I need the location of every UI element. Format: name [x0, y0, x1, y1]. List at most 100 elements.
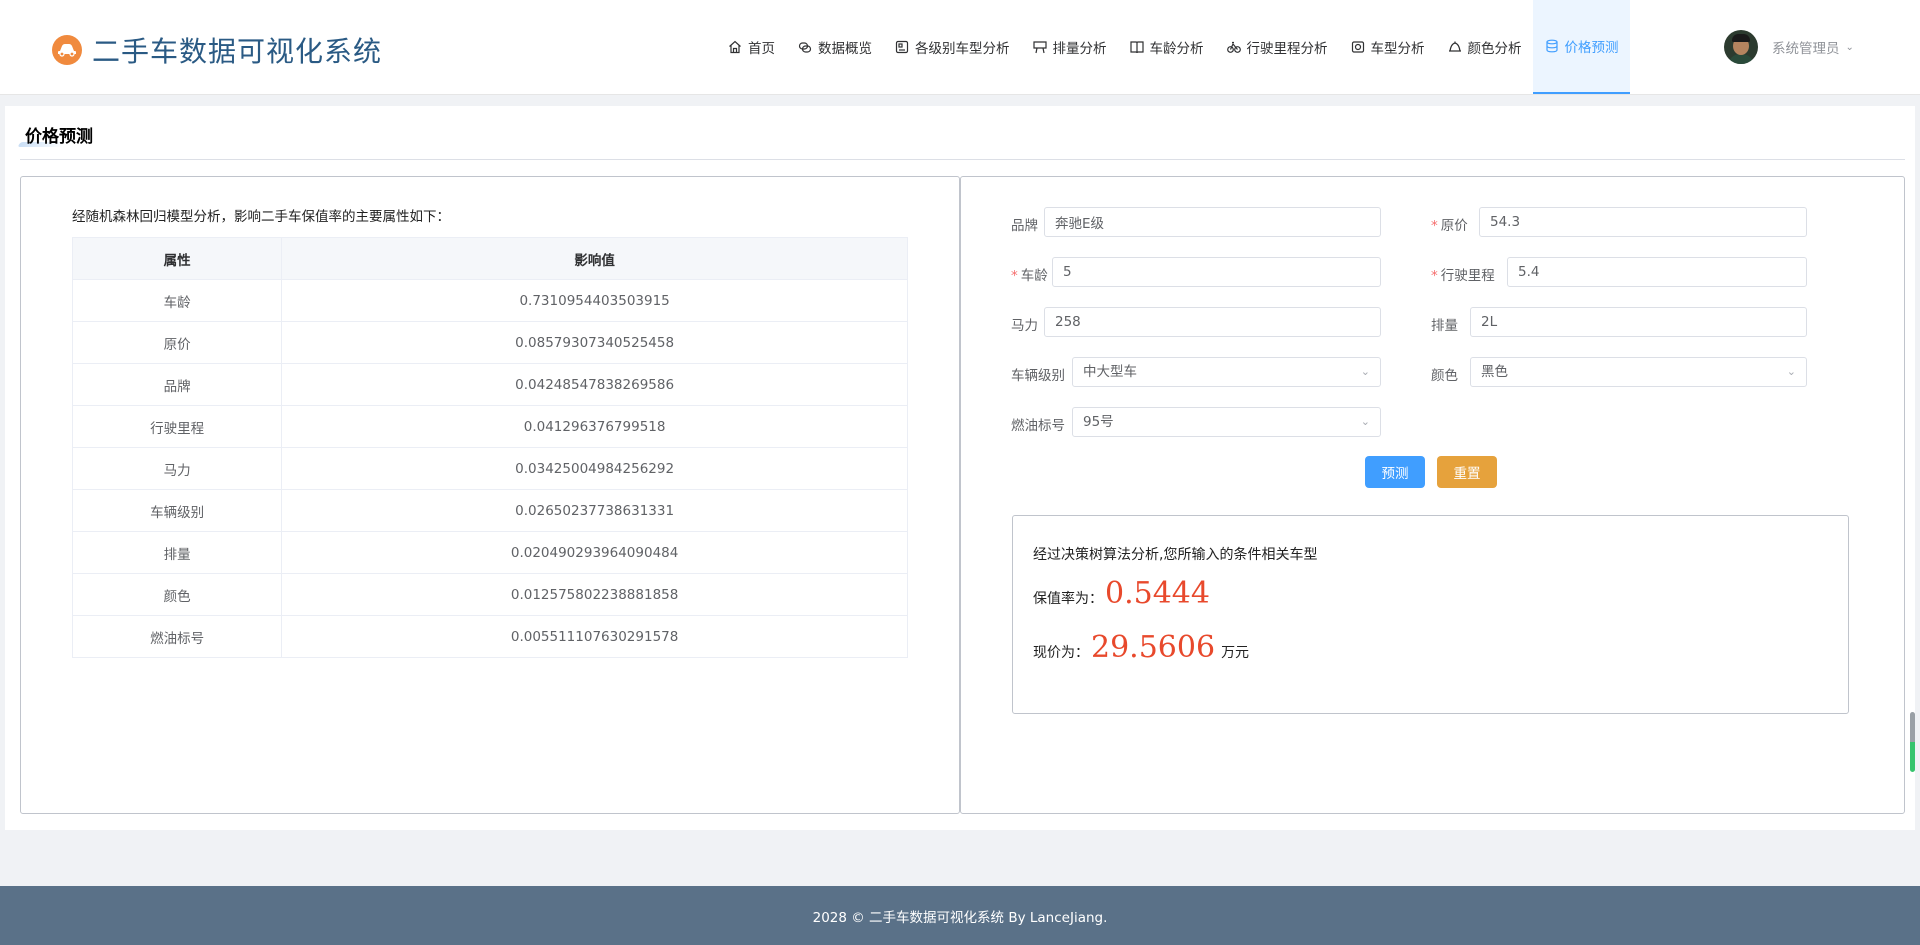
nav-displacement[interactable]: 排量分析: [1021, 0, 1118, 94]
mileage-label: * 行驶里程: [1431, 268, 1495, 284]
prediction-panel: 品牌 *原价 *车龄 *行驶里程 马力 排量 车辆级别 中大型车 ⌄ 颜色 黑色…: [960, 176, 1905, 814]
value-cell: 0.041296376799518: [281, 405, 908, 448]
attr-cell: 车辆级别: [71, 489, 283, 532]
attr-cell: 原价: [71, 321, 283, 364]
nav-label: 首页: [748, 41, 775, 57]
nav-label: 各级别车型分析: [915, 41, 1010, 57]
book-icon: [1129, 39, 1145, 55]
avatar[interactable]: [1724, 30, 1758, 64]
table-row: 燃油标号 0.005511107630291578: [71, 615, 908, 658]
nav-label: 车型分析: [1370, 41, 1425, 57]
database-icon: [1544, 38, 1560, 54]
current-price-line: 现价为： 29.5606 万元: [1033, 630, 1249, 665]
table-header-row: 属性 影响值: [71, 237, 908, 280]
main-nav: 首页 数据概览 各级别车型分析 排量分析 车龄分析 行驶里程分析 车型分析 颜色…: [716, 0, 1630, 94]
result-intro: 经过决策树算法分析,您所输入的条件相关车型: [1033, 547, 1318, 563]
chevron-down-icon: ⌄: [1786, 365, 1796, 378]
nav-overview[interactable]: 数据概览: [786, 0, 883, 94]
horsepower-label: 马力: [1011, 318, 1038, 334]
user-name: 系统管理员: [1772, 41, 1840, 57]
value-cell: 0.03425004984256292: [281, 447, 908, 490]
brand-field[interactable]: [1044, 207, 1381, 237]
age-field[interactable]: [1052, 257, 1381, 287]
nav-model[interactable]: 车型分析: [1339, 0, 1436, 94]
column-header: 影响值: [281, 237, 908, 280]
price-unit: 万元: [1221, 645, 1250, 661]
retention-rate-value: 0.5444: [1105, 576, 1210, 611]
chevron-down-icon: ⌄: [1845, 41, 1854, 53]
nav-label: 数据概览: [818, 41, 872, 57]
current-price-label: 现价为：: [1033, 645, 1089, 661]
nav-car-level[interactable]: 各级别车型分析: [883, 0, 1021, 94]
nav-label: 颜色分析: [1467, 41, 1522, 57]
level-value: 中大型车: [1083, 364, 1137, 380]
bicycle-icon: [1226, 39, 1242, 55]
table-row: 颜色 0.012575802238881858: [71, 573, 908, 616]
current-price-value: 29.5606: [1091, 630, 1216, 665]
user-menu[interactable]: 系统管理员 ⌄: [1724, 30, 1854, 64]
car-level-icon: [894, 39, 910, 55]
value-cell: 0.012575802238881858: [281, 573, 908, 616]
displacement-icon: [1032, 39, 1048, 55]
displacement-field[interactable]: [1470, 307, 1807, 337]
level-label: 车辆级别: [1011, 368, 1065, 384]
mileage-field[interactable]: [1507, 257, 1807, 287]
nav-color[interactable]: 颜色分析: [1436, 0, 1533, 94]
importance-intro: 经随机森林回归模型分析，影响二手车保值率的主要属性如下：: [72, 209, 450, 225]
table-row: 马力 0.03425004984256292: [71, 447, 908, 490]
attr-cell: 排量: [71, 531, 283, 574]
level-select[interactable]: 中大型车 ⌄: [1072, 357, 1381, 387]
importance-panel: 经随机森林回归模型分析，影响二手车保值率的主要属性如下： 属性 影响值 车龄 0.…: [20, 176, 960, 814]
bell-icon: [1447, 39, 1463, 55]
value-cell: 0.7310954403503915: [281, 279, 908, 322]
nav-home[interactable]: 首页: [716, 0, 786, 94]
main-content: 价格预测 经随机森林回归模型分析，影响二手车保值率的主要属性如下： 属性 影响值…: [5, 106, 1915, 830]
attr-cell: 车龄: [71, 279, 283, 322]
attr-cell: 马力: [71, 447, 283, 490]
chevron-down-icon: ⌄: [1360, 415, 1370, 428]
original-price-field[interactable]: [1479, 207, 1807, 237]
nav-label: 价格预测: [1564, 40, 1619, 56]
table-row: 排量 0.020490293964090484: [71, 531, 908, 574]
page-title: 价格预测: [25, 127, 93, 147]
value-cell: 0.02650237738631331: [281, 489, 908, 532]
top-header: 二手车数据可视化系统 首页 数据概览 各级别车型分析 排量分析 车龄分析 行驶里…: [0, 0, 1920, 95]
color-label: 颜色: [1431, 368, 1458, 384]
color-select[interactable]: 黑色 ⌄: [1470, 357, 1807, 387]
attr-cell: 行驶里程: [71, 405, 283, 448]
age-label: * 车龄: [1011, 268, 1048, 284]
footer: 2028 © 二手车数据可视化系统 By LanceJiang.: [0, 886, 1920, 945]
table-row: 行驶里程 0.041296376799518: [71, 405, 908, 448]
car-logo-icon: [52, 35, 82, 65]
camera-icon: [1350, 39, 1366, 55]
brand-label: 品牌: [1011, 218, 1038, 234]
nav-price-prediction[interactable]: 价格预测: [1532, 0, 1630, 94]
result-box: 经过决策树算法分析,您所输入的条件相关车型 保值率为： 0.5444 现价为： …: [1012, 515, 1849, 714]
value-cell: 0.08579307340525458: [281, 321, 908, 364]
nav-age[interactable]: 车龄分析: [1118, 0, 1215, 94]
retention-rate-line: 保值率为： 0.5444: [1033, 576, 1216, 611]
horsepower-field[interactable]: [1044, 307, 1381, 337]
overview-icon: [797, 39, 813, 55]
displacement-label: 排量: [1431, 318, 1458, 334]
attr-cell: 颜色: [71, 573, 283, 616]
chevron-down-icon: ⌄: [1360, 365, 1370, 378]
brand[interactable]: 二手车数据可视化系统: [52, 30, 382, 70]
attr-cell: 品牌: [71, 363, 283, 406]
fuel-label: 燃油标号: [1011, 418, 1065, 434]
scrollbar[interactable]: [1910, 712, 1915, 772]
home-icon: [727, 39, 743, 55]
color-value: 黑色: [1481, 364, 1508, 380]
value-cell: 0.005511107630291578: [281, 615, 908, 658]
predict-button[interactable]: 预测: [1365, 456, 1425, 488]
fuel-select[interactable]: 95号 ⌄: [1072, 407, 1381, 437]
table-row: 车辆级别 0.02650237738631331: [71, 489, 908, 532]
table-row: 品牌 0.04248547838269586: [71, 363, 908, 406]
nav-label: 行驶里程分析: [1246, 41, 1328, 57]
table-row: 原价 0.08579307340525458: [71, 321, 908, 364]
fuel-value: 95号: [1083, 414, 1114, 430]
value-cell: 0.04248547838269586: [281, 363, 908, 406]
nav-mileage[interactable]: 行驶里程分析: [1215, 0, 1339, 94]
original-price-label: * 原价: [1431, 218, 1468, 234]
reset-button[interactable]: 重置: [1437, 456, 1497, 488]
